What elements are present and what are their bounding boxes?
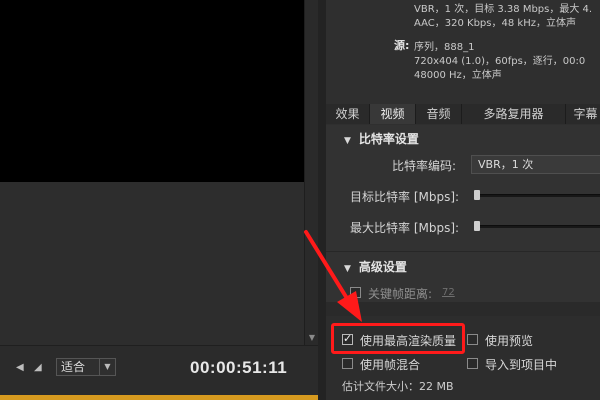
tab-effects[interactable]: 效果 <box>326 104 370 124</box>
highlight-box <box>331 323 465 354</box>
keyframe-distance-label: 关键帧距离: <box>368 287 433 301</box>
tab-captions[interactable]: 字幕 <box>566 104 600 124</box>
summary-source-line3: 48000 Hz，立体声 <box>414 70 502 81</box>
max-bitrate-label: 最大比特率 [Mbps]: <box>350 221 460 235</box>
mark-in-icon[interactable]: ◀ <box>16 362 24 373</box>
summary-source-line2: 720x404 (1.0)，60fps，逐行，00:0 <box>414 56 586 67</box>
monitor-controls: ◀ ◢ 适合 ▼ 00:00:51:11 <box>0 345 318 395</box>
summary-audio-line: AAC，320 Kbps，48 kHz，立体声 <box>414 18 576 29</box>
tab-audio[interactable]: 音频 <box>416 104 462 124</box>
frame-blend-checkbox[interactable] <box>342 358 353 369</box>
program-monitor-panel: ▼ ◀ ◢ 适合 ▼ 00:00:51:11 <box>0 0 318 400</box>
timeline-bar <box>0 395 318 400</box>
use-preview-checkbox[interactable] <box>467 334 478 345</box>
fit-dropdown[interactable]: 适合 ▼ <box>56 358 116 376</box>
advanced-section-title: 高级设置 <box>358 260 407 274</box>
bitrate-encoding-label: 比特率编码: <box>392 159 457 173</box>
import-project-checkbox[interactable] <box>467 358 478 369</box>
summary-source-line1: 序列，888_1 <box>414 42 475 53</box>
bitrate-encoding-select[interactable]: VBR，1 次 <box>471 155 600 174</box>
summary-video-line: VBR，1 次，目标 3.38 Mbps，最大 4. <box>414 4 593 15</box>
target-bitrate-thumb[interactable] <box>474 190 480 200</box>
use-preview-label: 使用预览 <box>485 334 534 348</box>
preview-scrollbar[interactable]: ▼ <box>304 0 318 345</box>
keyframe-distance-checkbox[interactable] <box>350 287 361 298</box>
tab-multiplexer[interactable]: 多路复用器 <box>462 104 566 124</box>
advanced-section-header[interactable]: ▼ 高级设置 <box>344 258 407 275</box>
scroll-down-icon[interactable]: ▼ <box>305 331 319 345</box>
import-project-label: 导入到项目中 <box>485 358 558 372</box>
target-bitrate-slider[interactable] <box>474 194 600 197</box>
summary-source-key: 源: <box>394 39 410 52</box>
estimated-file-size: 估计文件大小：22 MB <box>342 380 454 393</box>
collapse-triangle-icon[interactable]: ▼ <box>344 264 351 274</box>
settings-scrollbar[interactable] <box>326 302 600 316</box>
section-separator <box>326 251 600 252</box>
export-summary: VBR，1 次，目标 3.38 Mbps，最大 4. AAC，320 Kbps，… <box>326 0 600 96</box>
bitrate-section-header[interactable]: ▼ 比特率设置 <box>344 130 419 147</box>
mark-out-icon[interactable]: ◢ <box>34 362 42 373</box>
frame-blend-label: 使用帧混合 <box>360 358 421 372</box>
max-bitrate-thumb[interactable] <box>474 221 480 231</box>
keyframe-distance-value[interactable]: 72 <box>442 287 455 298</box>
max-bitrate-slider[interactable] <box>474 225 600 228</box>
video-settings: ▼ 比特率设置 比特率编码: VBR，1 次 目标比特率 [Mbps]: 最大比特… <box>326 125 600 315</box>
chevron-down-icon[interactable]: ▼ <box>99 359 115 375</box>
fit-dropdown-value: 适合 <box>61 360 86 374</box>
tab-video[interactable]: 视频 <box>370 104 416 124</box>
settings-tabs: 效果 视频 音频 多路复用器 字幕 <box>326 104 600 124</box>
bitrate-section-title: 比特率设置 <box>358 132 419 146</box>
collapse-triangle-icon[interactable]: ▼ <box>344 136 351 146</box>
timecode-display: 00:00:51:11 <box>190 358 288 377</box>
video-preview <box>0 0 304 182</box>
target-bitrate-label: 目标比特率 [Mbps]: <box>350 190 460 204</box>
panel-divider[interactable] <box>318 0 326 400</box>
